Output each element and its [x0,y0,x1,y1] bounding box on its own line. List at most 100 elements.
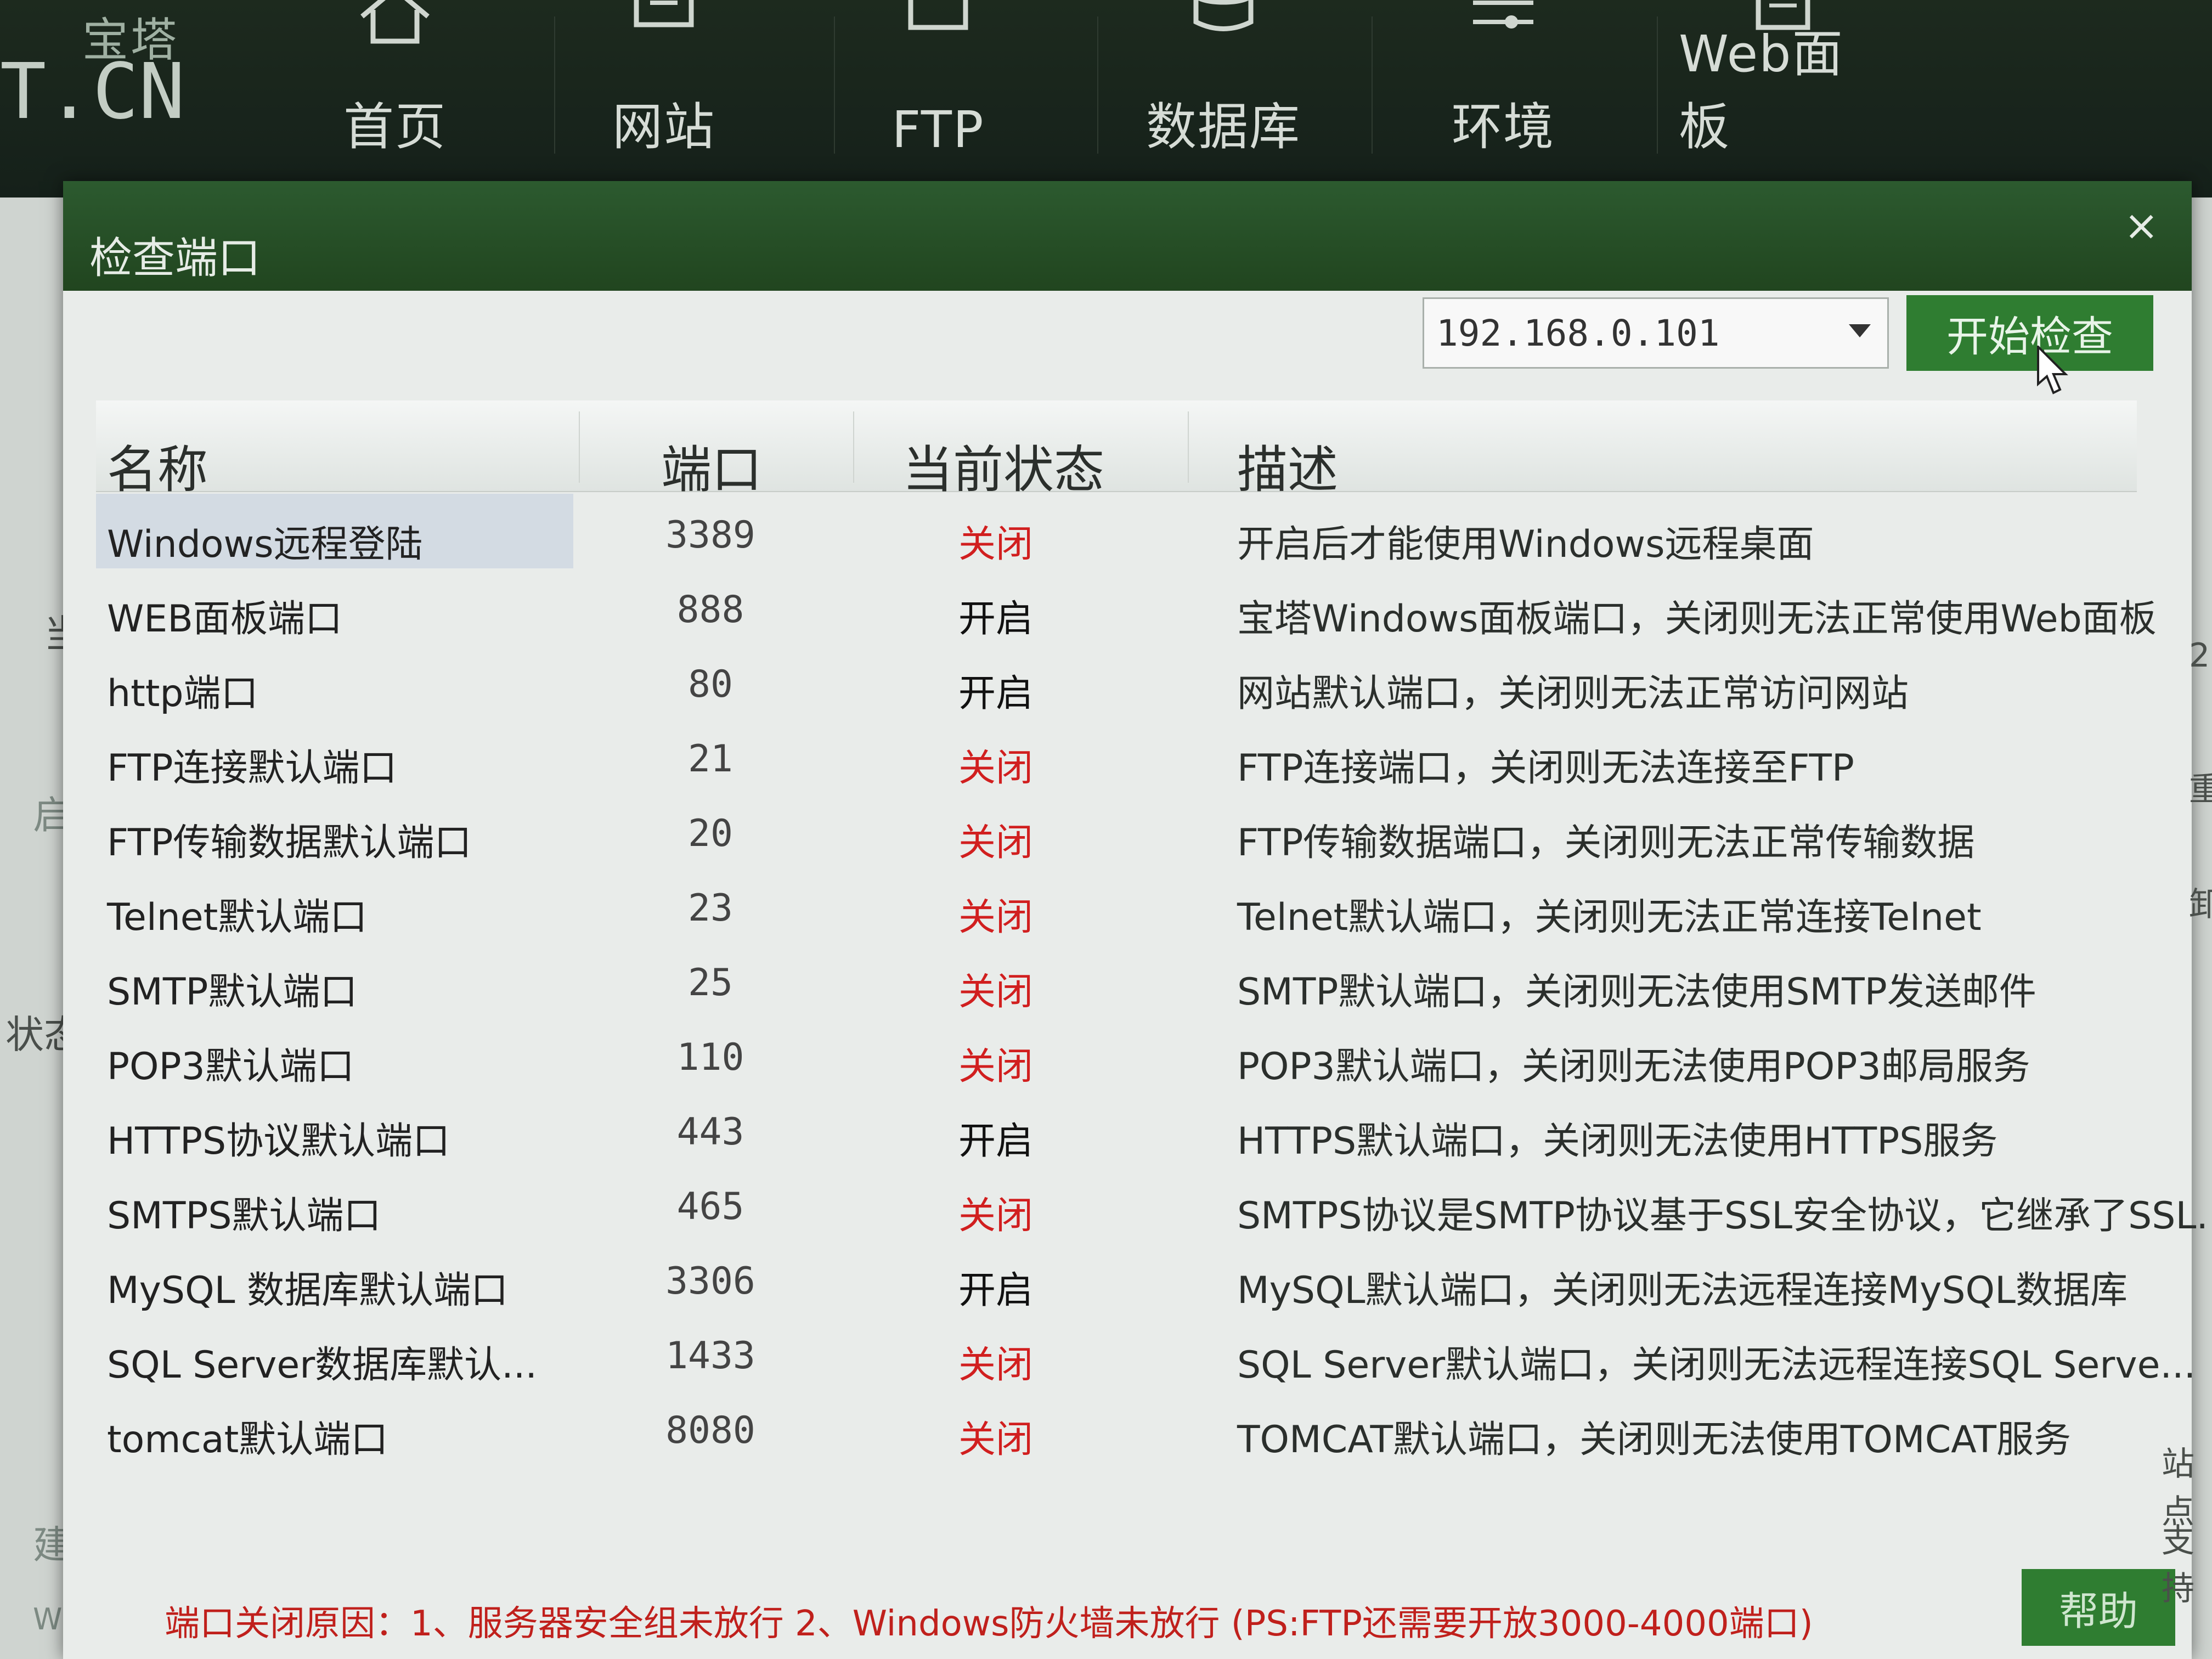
cell-desc: 开启后才能使用Windows远程桌面 [1237,523,1814,566]
cell-status: 关闭 [958,1045,1033,1088]
check-ports-dialog: 检查端口 × 192.168.0.101 开始检查 名称 端口 当前状态 描述 … [63,181,2212,1659]
nav-label: 数据库 [1146,98,1301,156]
close-icon[interactable]: × [2124,201,2159,250]
start-check-button[interactable]: 开始检查 [1906,295,2153,371]
cell-port: 443 [676,1110,744,1154]
cell-desc: TOMCAT默认端口，关闭则无法使用TOMCAT服务 [1237,1418,2071,1462]
nav-websites[interactable]: 网站 [560,0,768,159]
cell-status: 关闭 [958,821,1033,865]
cell-desc: FTP传输数据端口，关闭则无法正常传输数据 [1237,821,1975,865]
cell-desc: POP3默认端口，关闭则无法使用POP3邮局服务 [1237,1045,2030,1088]
ip-select[interactable]: 192.168.0.101 [1423,297,1889,369]
bg-text: 支持 [2162,1522,2194,1608]
cell-port: 23 [688,887,733,930]
cell-status: 关闭 [958,1418,1033,1462]
cell-port: 1433 [665,1334,755,1378]
nav-environment[interactable]: 环境 [1399,0,1607,159]
cell-status: 开启 [958,1120,1033,1163]
cell-desc: 网站默认端口，关闭则无法正常访问网站 [1237,672,1909,715]
cell-port: 80 [688,663,733,706]
nav-home[interactable]: 首页 [291,0,499,159]
table-row[interactable]: FTP连接默认端口 21 关闭 FTP连接端口，关闭则无法连接至FTP [96,718,2137,792]
cell-status: 关闭 [958,747,1033,790]
top-nav-bar: 宝塔 T.CN 首页 网站 FTP 数据库 环境 Web面板 [0,0,2212,198]
cell-desc: Telnet默认端口，关闭则无法正常连接Telnet [1237,896,1982,939]
cell-status: 关闭 [958,523,1033,566]
nav-label: 首页 [343,98,447,156]
table-row[interactable]: HTTPS协议默认端口 443 开启 HTTPS默认端口，关闭则无法使用HTTP… [96,1091,2137,1165]
nav-label: 网站 [612,98,715,156]
bg-text: 22 [2189,636,2212,675]
table-row[interactable]: POP3默认端口 110 关闭 POP3默认端口，关闭则无法使用POP3邮局服务 [96,1016,2137,1091]
cell-desc: MySQL默认端口，关闭则无法远程连接MySQL数据库 [1237,1269,2128,1312]
cell-port: 110 [676,1036,744,1079]
logo: 宝塔 T.CN [0,0,208,143]
database-icon [1193,0,1254,31]
cell-name: FTP传输数据默认端口 [107,821,472,865]
port-closed-reason-note: 端口关闭原因：1、服务器安全组未放行 2、Windows防火墙未放行 (PS:F… [165,1604,1813,1644]
nav-ftp[interactable]: FTP [834,0,1042,159]
cell-status: 开启 [958,597,1033,641]
folder-icon [908,0,968,30]
table-row[interactable]: tomcat默认端口 8080 关闭 TOMCAT默认端口，关闭则无法使用TOM… [96,1389,2137,1464]
table-row[interactable]: http端口 80 开启 网站默认端口，关闭则无法正常访问网站 [96,643,2137,718]
table-header: 名称 端口 当前状态 描述 [96,400,2137,499]
table-row[interactable]: MySQL 数据库默认端口 3306 开启 MySQL默认端口，关闭则无法远程连… [96,1240,2137,1314]
cell-desc: 宝塔Windows面板端口，关闭则无法正常使用Web面板 [1237,597,2157,641]
cell-name: SQL Server数据库默认... [107,1344,538,1387]
cell-name: FTP连接默认端口 [107,747,397,790]
cell-desc: SQL Server默认端口，关闭则无法远程连接SQL Serve... [1237,1344,2196,1387]
table-row[interactable]: WEB面板端口 888 开启 宝塔Windows面板端口，关闭则无法正常使用We… [96,568,2157,643]
dialog-title-bar: 检查端口 × [63,181,2192,291]
table-row[interactable]: SMTP默认端口 25 关闭 SMTP默认端口，关闭则无法使用SMTP发送邮件 [96,941,2137,1016]
cell-name: SMTP默认端口 [107,970,358,1014]
logo-domain: T.CN [0,47,185,137]
home-icon [360,0,430,44]
nav-web-panel[interactable]: Web面板 [1679,0,1887,159]
dialog-title: 检查端口 [89,234,261,283]
cell-port: 21 [688,737,733,781]
table-row[interactable]: SQL Server数据库默认... 1433 关闭 SQL Server默认端… [96,1314,2196,1389]
cell-name: Windows远程登陆 [107,523,423,566]
cell-port: 3389 [665,514,755,557]
cell-status: 关闭 [958,970,1033,1014]
cell-status: 关闭 [958,896,1033,939]
column-header-desc[interactable]: 描述 [1237,429,1338,502]
help-button[interactable]: 帮助 [2022,1569,2175,1646]
chevron-down-icon[interactable] [1849,324,1871,337]
cell-port: 465 [676,1185,744,1228]
column-header-port[interactable]: 端口 [661,429,762,502]
cell-name: SMTPS默认端口 [107,1194,381,1238]
panel-icon [1756,0,1810,30]
column-header-name[interactable]: 名称 [107,429,208,502]
cell-desc: SMTP默认端口，关闭则无法使用SMTP发送邮件 [1237,970,2036,1014]
bg-text: 重 [2189,770,2212,809]
cell-name: Telnet默认端口 [107,896,368,939]
table-row[interactable]: Windows远程登陆 3389 关闭 开启后才能使用Windows远程桌面 [96,494,2137,568]
table-row[interactable]: SMTPS默认端口 465 关闭 SMTPS协议是SMTP协议基于SSL安全协议… [96,1165,2212,1240]
nav-label: 环境 [1451,98,1555,156]
cell-name: tomcat默认端口 [107,1418,388,1462]
cell-port: 8080 [665,1409,755,1452]
table-row[interactable]: FTP传输数据默认端口 20 关闭 FTP传输数据端口，关闭则无法正常传输数据 [96,792,2137,867]
column-header-status[interactable]: 当前状态 [902,429,1104,502]
cell-name: HTTPS协议默认端口 [107,1120,450,1163]
cell-desc: HTTPS默认端口，关闭则无法使用HTTPS服务 [1237,1120,1998,1163]
cell-status: 关闭 [958,1344,1033,1387]
cell-desc: FTP连接端口，关闭则无法连接至FTP [1237,747,1854,790]
cell-port: 25 [688,961,733,1005]
mouse-cursor-icon [2037,346,2068,394]
table-row[interactable]: Telnet默认端口 23 关闭 Telnet默认端口，关闭则无法正常连接Tel… [96,867,2137,941]
cell-status: 开启 [958,1269,1033,1312]
nav-label: FTP [891,100,985,159]
cell-port: 3306 [665,1260,755,1303]
sliders-icon [1473,1,1533,29]
cell-port: 888 [676,588,744,631]
bg-text: 卸 [2189,885,2212,924]
cell-port: 20 [688,812,733,855]
cell-name: WEB面板端口 [107,597,342,641]
ip-select-value: 192.168.0.101 [1436,312,1720,354]
monitor-icon [634,0,694,27]
nav-database[interactable]: 数据库 [1119,0,1328,159]
cell-name: http端口 [107,672,258,715]
